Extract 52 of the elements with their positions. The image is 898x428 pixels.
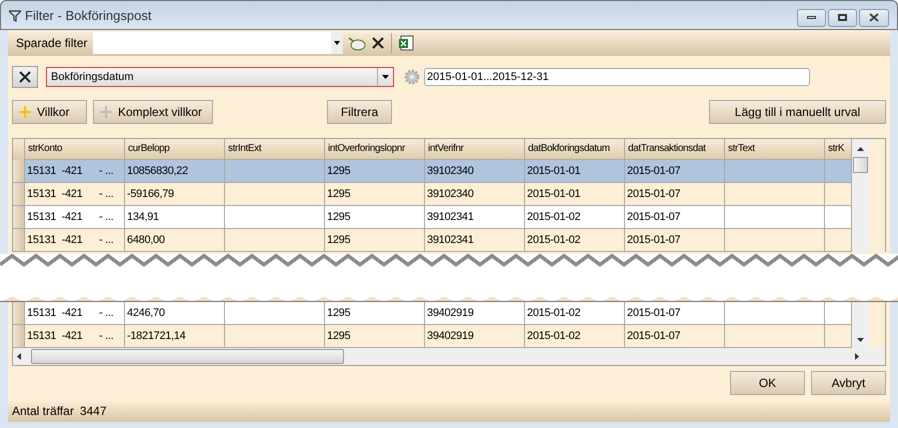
field-dropdown[interactable]: Bokföringsdatum: [46, 67, 394, 87]
row-header[interactable]: [13, 229, 25, 252]
gear-icon[interactable]: [404, 69, 420, 85]
table-cell: 6480,00: [125, 229, 225, 252]
table-cell: 1295: [325, 229, 425, 252]
table-row[interactable]: 15131 -421 - ... -59166,79 1295 39102340 2015-01-01 2015-01-07: [13, 183, 852, 206]
dropdown-arrow-icon: [334, 41, 340, 45]
add-to-manual-selection-button[interactable]: Lägg till i manuellt urval: [709, 100, 886, 124]
row-header[interactable]: [13, 302, 25, 325]
plus-icon: [100, 106, 112, 118]
row-header[interactable]: [13, 325, 25, 348]
minimize-button[interactable]: [797, 8, 826, 26]
ok-button[interactable]: OK: [730, 371, 805, 395]
table-row[interactable]: 15131 -421 - ... 10856830,22 1295 39102340 2015-01-01 2015-01-07: [13, 160, 852, 183]
close-icon: [869, 13, 879, 22]
scroll-left-icon[interactable]: [17, 353, 21, 360]
dropdown-arrow-icon: [382, 75, 389, 79]
table-cell: 15131 -421 - ...: [25, 229, 125, 252]
scroll-down-icon[interactable]: [857, 338, 864, 342]
add-condition-button[interactable]: Villkor: [12, 100, 87, 124]
row-header[interactable]: [13, 183, 25, 206]
remove-condition-button[interactable]: [12, 66, 38, 88]
horizontal-scrollbar[interactable]: [13, 348, 885, 365]
window-title: Filter - Bokföringspost: [25, 6, 152, 25]
table-cell: 39102341: [425, 229, 525, 252]
cancel-button[interactable]: Avbryt: [811, 371, 886, 395]
delete-icon[interactable]: [371, 36, 386, 50]
close-button[interactable]: [859, 8, 889, 26]
spreadsheet-icon[interactable]: [398, 35, 414, 51]
table-row[interactable]: 15131 -421 - ... -1821721,14 1295 39402919 2015-01-02 2015-01-07: [13, 325, 852, 348]
complex-condition-button[interactable]: Komplext villkor: [93, 100, 213, 124]
saved-filter-label: Sparade filter: [16, 35, 88, 52]
hit-count: 3447: [80, 403, 107, 420]
close-icon: [19, 71, 31, 83]
filter-icon: [9, 10, 21, 22]
scroll-thumb[interactable]: [31, 349, 344, 364]
table-row[interactable]: 15131 -421 - ... 4246,70 1295 39402919 2015-01-02 2015-01-07: [13, 302, 852, 325]
table-cell: 2015-01-02: [525, 229, 625, 252]
scroll-right-icon[interactable]: [855, 353, 859, 360]
row-header[interactable]: [13, 160, 25, 183]
table-cell: 2015-01-07: [625, 229, 725, 252]
scroll-thumb[interactable]: [853, 157, 868, 173]
vertical-scrollbar[interactable]: [852, 139, 869, 252]
row-header[interactable]: [13, 206, 25, 229]
maximize-button[interactable]: [828, 8, 857, 26]
table-row[interactable]: 15131 -421 - ... 6480,00 1295 39102341 2015-01-02 2015-01-07: [13, 229, 852, 252]
filter-button[interactable]: Filtrera: [327, 100, 392, 124]
plus-icon: [19, 106, 31, 118]
value-field[interactable]: 2015-01-01...2015-12-31: [424, 68, 810, 86]
table-row[interactable]: 15131 -421 - ... 134,91 1295 39102341 2015-01-02 2015-01-07: [13, 206, 852, 229]
scroll-up-icon[interactable]: [857, 147, 864, 151]
hit-count-label: Antal träffar: [12, 403, 74, 420]
